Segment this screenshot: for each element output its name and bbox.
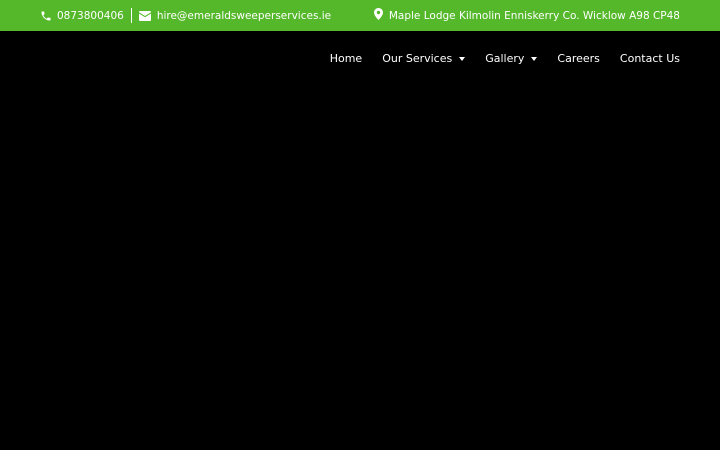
main-navbar: Home Our Services Gallery Careers Contac… (0, 31, 720, 85)
nav-item-our-services[interactable]: Our Services (382, 51, 466, 65)
caret-down-icon (459, 56, 466, 61)
map-pin-icon (373, 8, 383, 23)
phone-link[interactable]: 0873800406 (40, 10, 124, 22)
top-contact-bar: 0873800406 hire@emeraldsweeperservices.i… (0, 0, 720, 31)
nav-item-label: Home (329, 51, 363, 65)
caret-down-icon (531, 56, 538, 61)
phone-number: 0873800406 (57, 9, 124, 22)
nav-item-label: Our Services (382, 51, 453, 65)
contact-divider (130, 8, 132, 23)
email-address: hire@emeraldsweeperservices.ie (156, 9, 332, 22)
email-link[interactable]: hire@emeraldsweeperservices.ie (138, 9, 332, 22)
nav-item-home[interactable]: Home (330, 52, 362, 65)
hero-section (0, 85, 720, 450)
phone-icon (40, 10, 52, 22)
nav-item-label: Careers (557, 51, 600, 65)
address-link[interactable]: Maple Lodge Kilmolin Enniskerry Co. Wick… (373, 0, 680, 31)
main-menu: Home Our Services Gallery Careers Contac… (330, 31, 680, 85)
nav-item-careers[interactable]: Careers (557, 52, 600, 65)
envelope-icon (138, 10, 151, 21)
nav-item-contact-us[interactable]: Contact Us (620, 52, 680, 65)
address-text: Maple Lodge Kilmolin Enniskerry Co. Wick… (388, 9, 680, 22)
nav-item-gallery[interactable]: Gallery (485, 51, 538, 65)
nav-item-label: Contact Us (619, 51, 680, 65)
contact-info: 0873800406 hire@emeraldsweeperservices.i… (40, 0, 331, 31)
nav-item-label: Gallery (485, 51, 525, 65)
